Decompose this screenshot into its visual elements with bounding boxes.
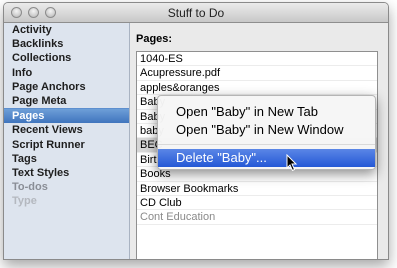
sidebar-item-to-dos[interactable]: To-dos	[4, 180, 129, 194]
page-row[interactable]: Browser Bookmarks	[137, 182, 377, 196]
sidebar-item-recent-views[interactable]: Recent Views	[4, 123, 129, 137]
page-row[interactable]: CD Club	[137, 196, 377, 211]
sidebar-item-activity[interactable]: Activity	[4, 23, 129, 37]
sidebar-item-info[interactable]: Info	[4, 66, 129, 80]
mouse-pointer-icon	[286, 154, 298, 172]
menu-item-delete[interactable]: Delete "Baby"...	[158, 149, 375, 167]
sidebar-item-tags[interactable]: Tags	[4, 152, 129, 166]
sidebar-item-page-meta[interactable]: Page Meta	[4, 94, 129, 108]
sidebar-item-collections[interactable]: Collections	[4, 51, 129, 65]
sidebar-item-text-styles[interactable]: Text Styles	[4, 166, 129, 180]
window-title: Stuff to Do	[167, 6, 225, 20]
sidebar-item-script-runner[interactable]: Script Runner	[4, 138, 129, 152]
menu-separator	[158, 144, 375, 145]
page-row[interactable]: 1040-ES	[137, 52, 377, 67]
page-row[interactable]: Cont Education	[137, 210, 377, 225]
sidebar-item-backlinks[interactable]: Backlinks	[4, 37, 129, 51]
sidebar: Activity Backlinks Collections Info Page Anc…	[4, 23, 130, 259]
page-row[interactable]: apples&oranges	[137, 81, 377, 96]
menu-item-open-new-tab[interactable]: Open "Baby" in New Tab	[158, 103, 375, 121]
page-row[interactable]: Acupressure.pdf	[137, 66, 377, 81]
title-bar[interactable]: Stuff to Do	[4, 3, 388, 23]
sidebar-item-type[interactable]: Type	[4, 194, 129, 208]
pages-heading: Pages:	[136, 33, 173, 45]
menu-item-open-new-window[interactable]: Open "Baby" in New Window	[158, 121, 375, 139]
sidebar-item-pages[interactable]: Pages	[4, 108, 129, 124]
sidebar-item-page-anchors[interactable]: Page Anchors	[4, 80, 129, 94]
context-menu: Open "Baby" in New Tab Open "Baby" in Ne…	[157, 95, 376, 170]
